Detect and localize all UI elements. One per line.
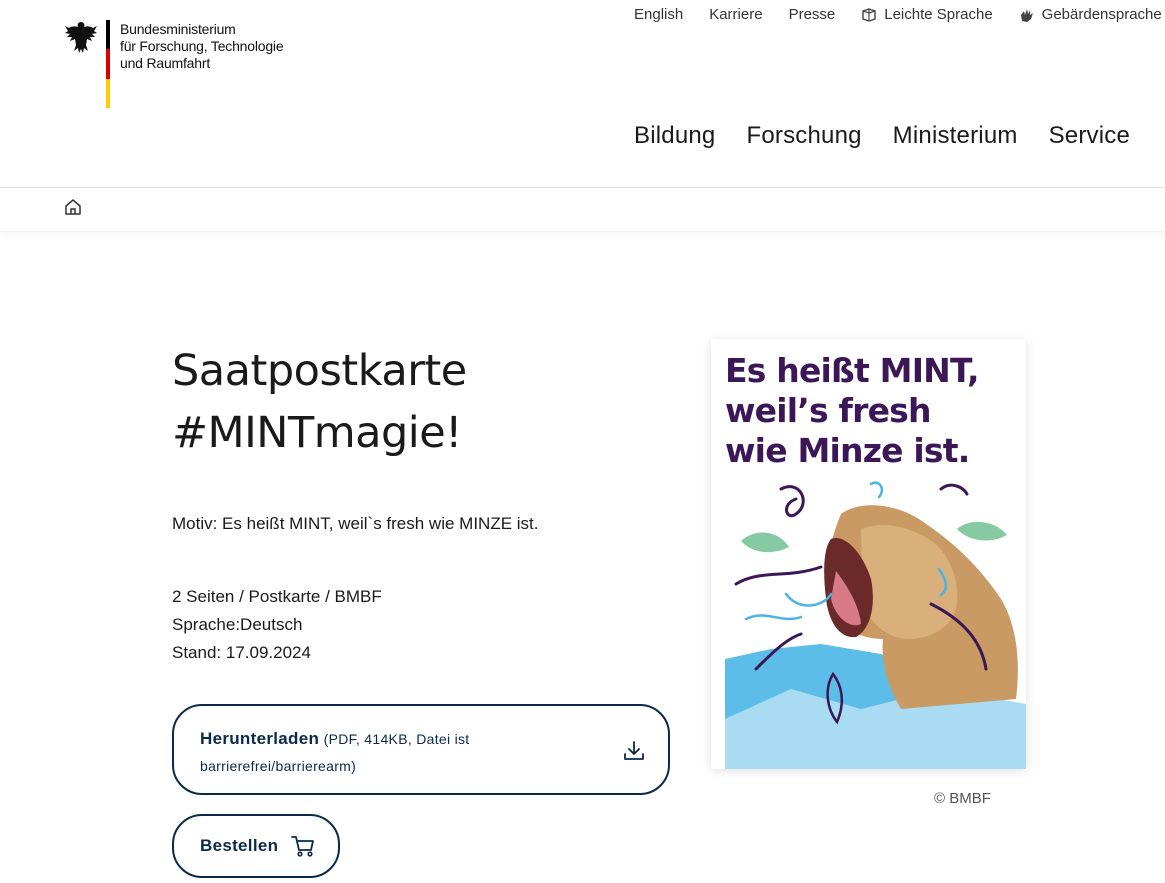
meta-nav-english[interactable]: English (634, 6, 683, 23)
site-header: Bundesministerium für Forschung, Technol… (0, 0, 1165, 188)
order-label: Bestellen (200, 836, 279, 855)
ministry-name: Bundesministerium für Forschung, Technol… (120, 21, 284, 108)
detail-language: Sprache:Deutsch (172, 615, 303, 634)
motive-text: Motiv: Es heißt MINT, weil`s fresh wie M… (172, 514, 539, 533)
image-copyright: © BMBF (934, 790, 991, 807)
meta-navigation: English Karriere Presse Leichte Sprache … (634, 6, 1165, 23)
download-info: (PDF, 414KB, Datei ist (323, 731, 470, 747)
cart-icon (291, 836, 315, 857)
breadcrumb (0, 188, 1165, 232)
meta-nav-label: English (634, 6, 684, 23)
page-title: Saatpostkarte #MINTmagie! (172, 340, 632, 464)
federal-eagle-icon (65, 22, 97, 53)
page-title-line: #MINTmagie! (172, 408, 462, 458)
meta-nav-label: Gebärdensprache (1041, 6, 1162, 23)
meta-nav-label: Leichte Sprache (884, 6, 993, 23)
ministry-name-line: und Raumfahrt (120, 55, 211, 71)
ministry-name-line: Bundesministerium (120, 21, 236, 37)
download-label: Herunterladen (200, 729, 320, 748)
ministry-logo[interactable]: Bundesministerium für Forschung, Technol… (64, 20, 284, 108)
nav-bildung[interactable]: Bildung (634, 122, 715, 150)
nav-service[interactable]: Service (1049, 122, 1130, 150)
page-title-line: Saatpostkarte (172, 346, 467, 396)
german-flag-bar (106, 20, 110, 108)
order-button[interactable]: Bestellen (172, 814, 340, 878)
postcard-headline-line: Es heißt MINT, (725, 351, 980, 390)
meta-nav-leichte-sprache[interactable]: Leichte Sprache (861, 6, 993, 23)
home-icon[interactable] (63, 197, 83, 217)
download-info-accessibility: barrierefrei/barrierearm) (200, 758, 357, 774)
meta-nav-label: Presse (788, 6, 836, 23)
postcard-headline-line: wie Minze ist. (725, 431, 970, 470)
postcard-headline: Es heißt MINT, weil’s fresh wie Minze is… (725, 351, 980, 471)
publication-details: 2 Seiten / Postkarte / BMBF Sprache:Deut… (172, 583, 382, 667)
postcard-headline-line: weil’s fresh (725, 391, 932, 430)
postcard-image[interactable]: Es heißt MINT, weil’s fresh wie Minze is… (711, 339, 1026, 769)
ministry-name-line: für Forschung, Technologie (120, 38, 284, 54)
nav-forschung[interactable]: Forschung (746, 122, 861, 150)
nav-ministerium[interactable]: Ministerium (893, 122, 1018, 150)
sign-language-icon (1020, 8, 1033, 22)
download-button[interactable]: Herunterladen (PDF, 414KB, Datei ist bar… (172, 704, 670, 795)
meta-nav-karriere[interactable]: Karriere (709, 6, 762, 23)
main-navigation: Bildung Forschung Ministerium Service (603, 122, 1130, 150)
download-icon (624, 741, 644, 760)
meta-nav-gebaerdensprache[interactable]: Gebärdensprache (1019, 6, 1162, 23)
easy-language-icon (862, 7, 876, 22)
detail-pages: 2 Seiten / Postkarte / BMBF (172, 587, 382, 606)
detail-date: Stand: 17.09.2024 (172, 643, 311, 662)
meta-nav-presse[interactable]: Presse (789, 6, 836, 23)
meta-nav-label: Karriere (709, 6, 763, 23)
